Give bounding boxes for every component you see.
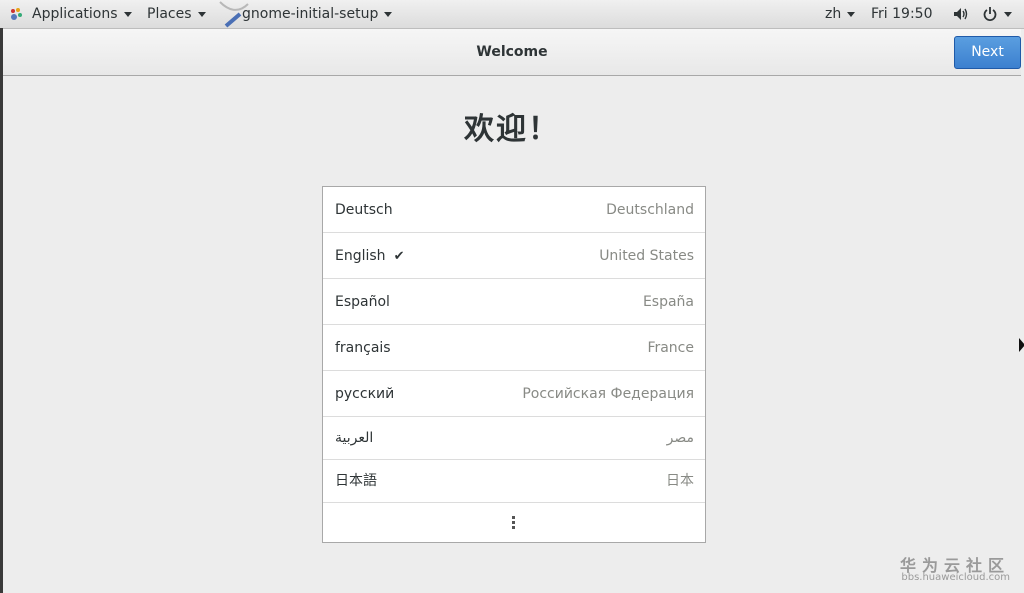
app-name-label: gnome-initial-setup xyxy=(242,6,379,22)
clock-label: Fri 19:50 xyxy=(871,6,933,22)
language-name: 日本語 xyxy=(335,473,377,489)
language-region: مصر xyxy=(666,430,694,446)
clock[interactable]: Fri 19:50 xyxy=(871,0,932,28)
checkmark-icon: ✔ xyxy=(393,249,405,264)
language-name: العربية xyxy=(335,430,374,446)
language-row-english[interactable]: English ✔ United States xyxy=(323,233,705,279)
mouse-cursor-icon xyxy=(1019,338,1024,352)
page-title: Welcome xyxy=(476,44,548,60)
volume-icon[interactable] xyxy=(953,7,969,21)
chevron-down-icon xyxy=(123,11,132,17)
input-method-menu[interactable]: zh xyxy=(825,0,856,28)
system-menu-chevron-icon[interactable] xyxy=(1004,12,1012,17)
chevron-down-icon xyxy=(197,11,206,17)
language-list: Deutsch Deutschland English ✔ United Stat… xyxy=(322,186,706,543)
language-name: Español xyxy=(335,294,390,310)
language-region: España xyxy=(642,294,694,310)
power-icon[interactable] xyxy=(982,7,998,21)
language-region: France xyxy=(647,340,694,356)
language-region: 日本 xyxy=(666,473,694,489)
language-row-arabic[interactable]: العربية مصر xyxy=(323,417,705,460)
language-region: Российская Федерация xyxy=(522,386,694,402)
language-name: русский xyxy=(335,386,395,402)
top-bar: Applications Places gnome-initial-setup … xyxy=(0,0,1024,29)
language-name: English xyxy=(335,248,386,264)
language-region: United States xyxy=(599,248,694,264)
chevron-down-icon xyxy=(384,11,393,17)
places-menu[interactable]: Places xyxy=(147,0,206,28)
language-row-francais[interactable]: français France xyxy=(323,325,705,371)
places-label: Places xyxy=(147,6,192,22)
language-row-deutsch[interactable]: Deutsch Deutschland xyxy=(323,187,705,233)
language-name: français xyxy=(335,340,391,356)
language-name: Deutsch xyxy=(335,202,393,218)
app-menu[interactable]: gnome-initial-setup xyxy=(242,0,393,28)
language-row-japanese[interactable]: 日本語 日本 xyxy=(323,460,705,503)
watermark-url: bbs.huaweicloud.com xyxy=(901,572,1010,583)
gnome-foot-icon xyxy=(11,8,22,20)
chevron-down-icon xyxy=(847,11,856,17)
input-method-label: zh xyxy=(825,6,842,22)
language-name-group: English ✔ xyxy=(335,233,404,280)
language-region: Deutschland xyxy=(606,202,694,218)
next-button[interactable]: Next xyxy=(954,36,1021,69)
applications-label: Applications xyxy=(32,6,118,22)
more-vertical-icon xyxy=(512,516,516,530)
language-row-espanol[interactable]: Español España xyxy=(323,279,705,325)
window-header: Welcome Next xyxy=(3,29,1021,76)
welcome-heading: 欢迎！ xyxy=(464,112,560,147)
language-row-russian[interactable]: русский Российская Федерация xyxy=(323,371,705,417)
applications-menu[interactable]: Applications xyxy=(32,0,132,28)
more-languages-button[interactable] xyxy=(323,502,705,543)
